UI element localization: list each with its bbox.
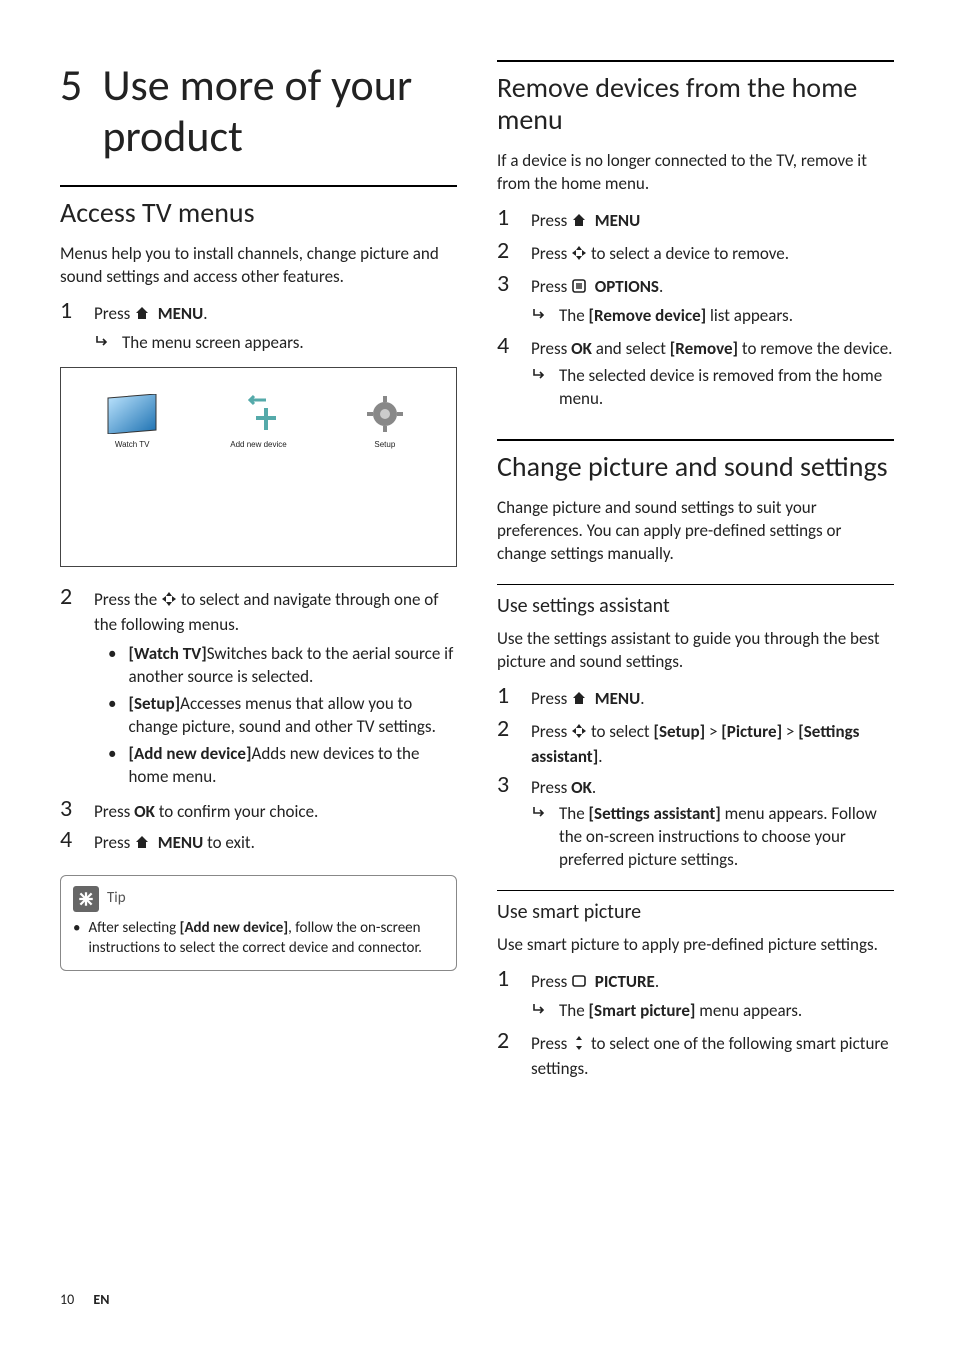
- bullet-watch-tv: [Watch TV]Switches back to the aerial so…: [94, 643, 457, 689]
- fig-setup: Setup: [355, 392, 415, 451]
- left-column: 5 Use more of your product Access TV men…: [60, 60, 457, 1085]
- gear-icon: [355, 392, 415, 436]
- step-result: The [Remove device] list appears.: [531, 305, 894, 330]
- step-result: The menu screen appears.: [94, 332, 457, 357]
- picture-icon: [571, 973, 587, 996]
- result-arrow-icon: [94, 332, 112, 357]
- steps-list: 1 Press PICTURE. The [Smart picture] men…: [497, 967, 894, 1081]
- subsection-rule: [497, 890, 894, 891]
- fig-watch-tv: Watch TV: [102, 392, 162, 451]
- step-1: 1 Press MENU: [497, 206, 894, 235]
- step-3: 3 Press OK. The [Settings assistant] men…: [497, 773, 894, 873]
- page-number: 10: [60, 1291, 74, 1308]
- home-icon: [571, 212, 587, 235]
- step-1: 1 Press MENU.: [497, 684, 894, 713]
- subsection-heading: Use settings assistant: [497, 593, 894, 620]
- asterisk-icon: [73, 886, 99, 912]
- step-result: The [Settings assistant] menu appears. F…: [531, 803, 894, 872]
- home-icon: [571, 690, 587, 713]
- chapter-number: 5: [60, 60, 82, 161]
- section-rule: [60, 185, 457, 187]
- step-2: 2 Press the to select and navigate throu…: [60, 585, 457, 793]
- fig-add-device: Add new device: [228, 392, 288, 451]
- section-intro: Menus help you to install channels, chan…: [60, 243, 457, 289]
- chapter-heading: 5 Use more of your product: [60, 60, 457, 161]
- step-result: The [Smart picture] menu appears.: [531, 1000, 894, 1025]
- step-3: 3 Press OK to confirm your choice.: [60, 797, 457, 824]
- nav-arrows-icon: [161, 591, 177, 614]
- right-column: Remove devices from the home menu If a d…: [497, 60, 894, 1085]
- home-icon: [134, 834, 150, 857]
- options-icon: [571, 278, 587, 301]
- subsection-intro: Use smart picture to apply pre-defined p…: [497, 934, 894, 957]
- step-1: 1 Press PICTURE. The [Smart picture] men…: [497, 967, 894, 1025]
- steps-list: 1 Press MENU 2 Press to select a device …: [497, 206, 894, 411]
- section-rule: [497, 439, 894, 441]
- tip-label: Tip: [107, 888, 126, 908]
- chapter-title: Use more of your product: [102, 60, 457, 161]
- section-heading: Change picture and sound settings: [497, 451, 894, 483]
- step-2: 2 Press to select a device to remove.: [497, 239, 894, 268]
- page-language: EN: [93, 1291, 109, 1308]
- result-arrow-icon: [531, 305, 549, 330]
- section-heading: Remove devices from the home menu: [497, 72, 894, 136]
- home-icon: [134, 305, 150, 328]
- steps-list: 1 Press MENU. The menu screen appears.: [60, 299, 457, 357]
- step-4: 4 Press MENU to exit.: [60, 828, 457, 857]
- section-heading: Access TV menus: [60, 197, 457, 229]
- tip-item: After selecting [Add new device], follow…: [73, 918, 444, 959]
- nav-updown-icon: [571, 1035, 587, 1058]
- menu-figure: Watch TV Add new device Setup: [60, 367, 457, 567]
- section-rule: [497, 60, 894, 62]
- section-intro: If a device is no longer connected to th…: [497, 150, 894, 196]
- add-device-icon: [228, 392, 288, 436]
- nav-arrows-icon: [571, 723, 587, 746]
- step-1: 1 Press MENU. The menu screen appears.: [60, 299, 457, 357]
- bullet-setup: [Setup]Accesses menus that allow you to …: [94, 693, 457, 739]
- page-columns: 5 Use more of your product Access TV men…: [60, 60, 894, 1085]
- step-3: 3 Press OPTIONS. The [Remove device] lis…: [497, 272, 894, 330]
- result-arrow-icon: [531, 803, 549, 872]
- result-arrow-icon: [531, 365, 549, 411]
- tv-screen-icon: [102, 392, 162, 436]
- steps-list: 1 Press MENU. 2 Press to select [Setup] …: [497, 684, 894, 873]
- page-footer: 10 EN: [60, 1291, 109, 1310]
- subsection-intro: Use the settings assistant to guide you …: [497, 628, 894, 674]
- steps-list-cont: 2 Press the to select and navigate throu…: [60, 585, 457, 856]
- step-4: 4 Press OK and select [Remove] to remove…: [497, 334, 894, 411]
- subsection-heading: Use smart picture: [497, 899, 894, 926]
- tip-box: Tip After selecting [Add new device], fo…: [60, 875, 457, 972]
- step-2: 2 Press to select [Setup] > [Picture] > …: [497, 717, 894, 769]
- bullet-add-device: [Add new device]Adds new devices to the …: [94, 743, 457, 789]
- result-arrow-icon: [531, 1000, 549, 1025]
- tip-header: Tip: [73, 886, 444, 912]
- nav-arrows-icon: [571, 245, 587, 268]
- bullet-list: [Watch TV]Switches back to the aerial so…: [94, 643, 457, 789]
- section-intro: Change picture and sound settings to sui…: [497, 497, 894, 566]
- subsection-rule: [497, 584, 894, 585]
- step-result: The selected device is removed from the …: [531, 365, 894, 411]
- step-2: 2 Press to select one of the following s…: [497, 1029, 894, 1081]
